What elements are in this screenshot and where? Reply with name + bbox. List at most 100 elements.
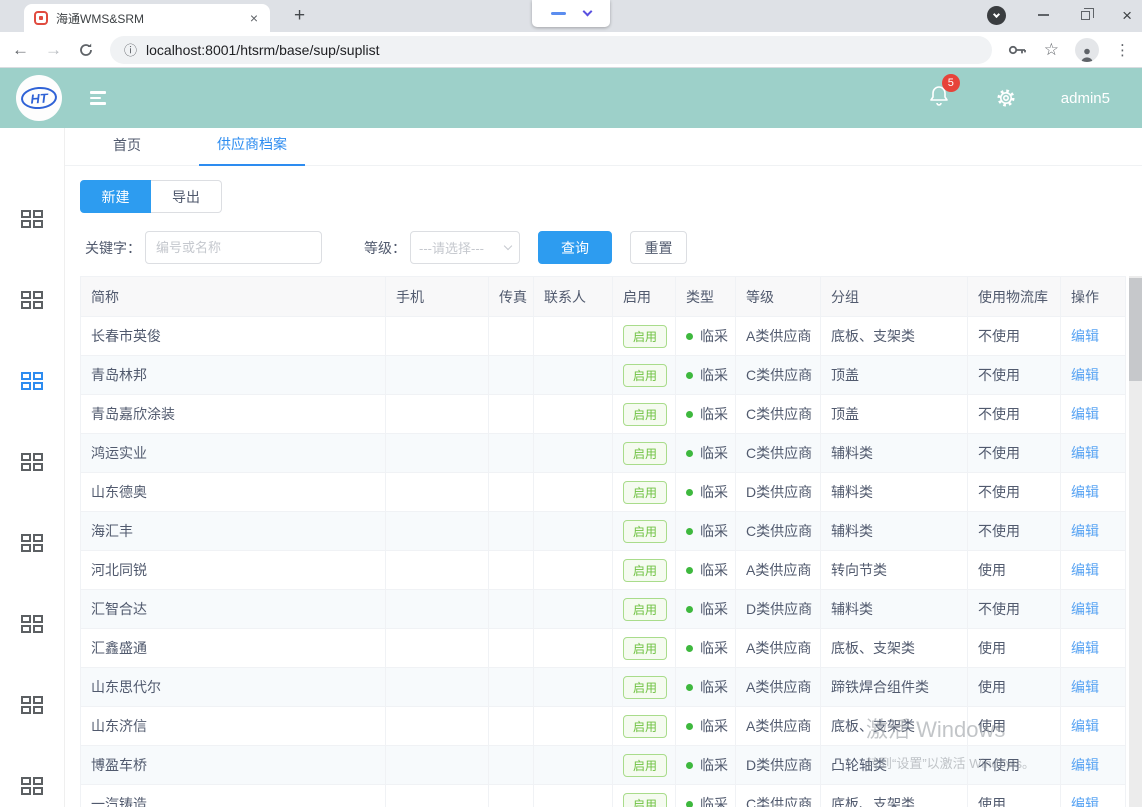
- enabled-badge[interactable]: 启用: [623, 481, 667, 504]
- table-row: 海汇丰启用临采C类供应商辅料类不使用编辑: [81, 512, 1126, 551]
- keyword-input[interactable]: [145, 231, 322, 264]
- edit-link[interactable]: 编辑: [1071, 640, 1099, 656]
- status-dot-icon: [686, 450, 693, 457]
- enabled-badge[interactable]: 启用: [623, 598, 667, 621]
- window-restore-icon[interactable]: [1081, 11, 1090, 20]
- browser-tab[interactable]: 海通WMS&SRM ×: [24, 4, 270, 32]
- edit-link[interactable]: 编辑: [1071, 796, 1099, 807]
- enabled-cell: 启用: [613, 668, 676, 707]
- level-select[interactable]: ---请选择---: [410, 231, 520, 264]
- menu-grid-icon[interactable]: [21, 291, 43, 309]
- table-row: 山东德奥启用临采D类供应商辅料类不使用编辑: [81, 473, 1126, 512]
- reload-icon[interactable]: [78, 42, 94, 58]
- supplier-level: C类供应商: [736, 434, 821, 473]
- menu-grid-icon[interactable]: [21, 696, 43, 714]
- enabled-badge[interactable]: 启用: [623, 442, 667, 465]
- edit-link[interactable]: 编辑: [1071, 367, 1099, 383]
- edit-link[interactable]: 编辑: [1071, 406, 1099, 422]
- supplier-type: 临采: [676, 785, 736, 807]
- supplier-fax: [489, 629, 534, 668]
- settings-button[interactable]: [995, 87, 1017, 109]
- supplier-name: 汇智合达: [81, 590, 386, 629]
- enabled-badge[interactable]: 启用: [623, 325, 667, 348]
- media-control-icon[interactable]: [987, 6, 1006, 25]
- sidebar-collapse-icon[interactable]: [90, 91, 106, 105]
- new-button[interactable]: 新建: [80, 180, 151, 213]
- supplier-contact: [534, 707, 613, 746]
- enabled-badge[interactable]: 启用: [623, 559, 667, 582]
- window-minimize-icon[interactable]: [1038, 14, 1049, 16]
- supplier-fax: [489, 785, 534, 807]
- action-cell: 编辑: [1061, 746, 1126, 785]
- column-header: 等级: [736, 277, 821, 317]
- supplier-fax: [489, 551, 534, 590]
- window-close-icon[interactable]: ×: [1122, 7, 1132, 24]
- enabled-badge[interactable]: 启用: [623, 637, 667, 660]
- logistics-usage: 不使用: [968, 395, 1061, 434]
- forward-icon[interactable]: →: [45, 41, 62, 58]
- menu-grid-icon[interactable]: [21, 777, 43, 795]
- edit-link[interactable]: 编辑: [1071, 484, 1099, 500]
- edit-link[interactable]: 编辑: [1071, 523, 1099, 539]
- supplier-level: D类供应商: [736, 590, 821, 629]
- search-button[interactable]: 查询: [538, 231, 612, 264]
- export-button[interactable]: 导出: [151, 180, 222, 213]
- scrollbar-thumb[interactable]: [1129, 278, 1142, 381]
- supplier-contact: [534, 746, 613, 785]
- supplier-contact: [534, 317, 613, 356]
- notification-bell[interactable]: 5: [929, 85, 949, 112]
- supplier-level: A类供应商: [736, 551, 821, 590]
- recorder-chevron-down-icon[interactable]: [583, 7, 593, 17]
- enabled-badge[interactable]: 启用: [623, 754, 667, 777]
- edit-link[interactable]: 编辑: [1071, 718, 1099, 734]
- status-dot-icon: [686, 489, 693, 496]
- supplier-group: 底板、支架类: [821, 707, 968, 746]
- password-key-icon[interactable]: [1008, 44, 1028, 56]
- status-dot-icon: [686, 372, 693, 379]
- enabled-badge[interactable]: 启用: [623, 403, 667, 426]
- browser-menu-icon[interactable]: ⋮: [1115, 41, 1130, 59]
- supplier-type: 临采: [676, 551, 736, 590]
- menu-grid-icon[interactable]: [21, 453, 43, 471]
- supplier-contact: [534, 395, 613, 434]
- supplier-name: 河北同锐: [81, 551, 386, 590]
- vertical-scrollbar: [1129, 276, 1142, 807]
- enabled-badge[interactable]: 启用: [623, 364, 667, 387]
- enabled-badge[interactable]: 启用: [623, 793, 667, 807]
- tab-supplier-archive[interactable]: 供应商档案: [199, 134, 305, 166]
- back-icon[interactable]: ←: [12, 41, 29, 58]
- menu-grid-icon[interactable]: [21, 210, 43, 228]
- supplier-type: 临采: [676, 395, 736, 434]
- profile-avatar-icon[interactable]: [1075, 38, 1099, 62]
- enabled-badge[interactable]: 启用: [623, 520, 667, 543]
- username[interactable]: admin5: [1061, 90, 1110, 107]
- bookmark-star-icon[interactable]: ☆: [1044, 40, 1059, 60]
- tab-close-icon[interactable]: ×: [248, 10, 260, 26]
- menu-grid-icon[interactable]: [21, 534, 43, 552]
- tab-home[interactable]: 首页: [95, 135, 159, 165]
- logistics-usage: 使用: [968, 668, 1061, 707]
- supplier-group: 底板、支架类: [821, 317, 968, 356]
- new-tab-button[interactable]: +: [288, 3, 311, 29]
- edit-link[interactable]: 编辑: [1071, 445, 1099, 461]
- recorder-minimize-icon[interactable]: [551, 12, 566, 15]
- supplier-table: 简称手机传真联系人启用类型等级分组使用物流库操作 长春市英俊启用临采A类供应商底…: [80, 276, 1126, 807]
- supplier-group: 顶盖: [821, 356, 968, 395]
- enabled-badge[interactable]: 启用: [623, 715, 667, 738]
- edit-link[interactable]: 编辑: [1071, 679, 1099, 695]
- address-bar[interactable]: ⓘ localhost:8001/htsrm/base/sup/suplist: [110, 36, 992, 64]
- enabled-badge[interactable]: 启用: [623, 676, 667, 699]
- menu-grid-icon[interactable]: [21, 372, 43, 390]
- table-row: 青岛林邦启用临采C类供应商顶盖不使用编辑: [81, 356, 1126, 395]
- supplier-fax: [489, 512, 534, 551]
- edit-link[interactable]: 编辑: [1071, 601, 1099, 617]
- edit-link[interactable]: 编辑: [1071, 757, 1099, 773]
- edit-link[interactable]: 编辑: [1071, 562, 1099, 578]
- supplier-group: 凸轮轴类: [821, 746, 968, 785]
- action-cell: 编辑: [1061, 473, 1126, 512]
- supplier-name: 一汽铸造: [81, 785, 386, 807]
- edit-link[interactable]: 编辑: [1071, 328, 1099, 344]
- menu-grid-icon[interactable]: [21, 615, 43, 633]
- reset-button[interactable]: 重置: [630, 231, 687, 264]
- page-info-icon[interactable]: ⓘ: [124, 40, 137, 59]
